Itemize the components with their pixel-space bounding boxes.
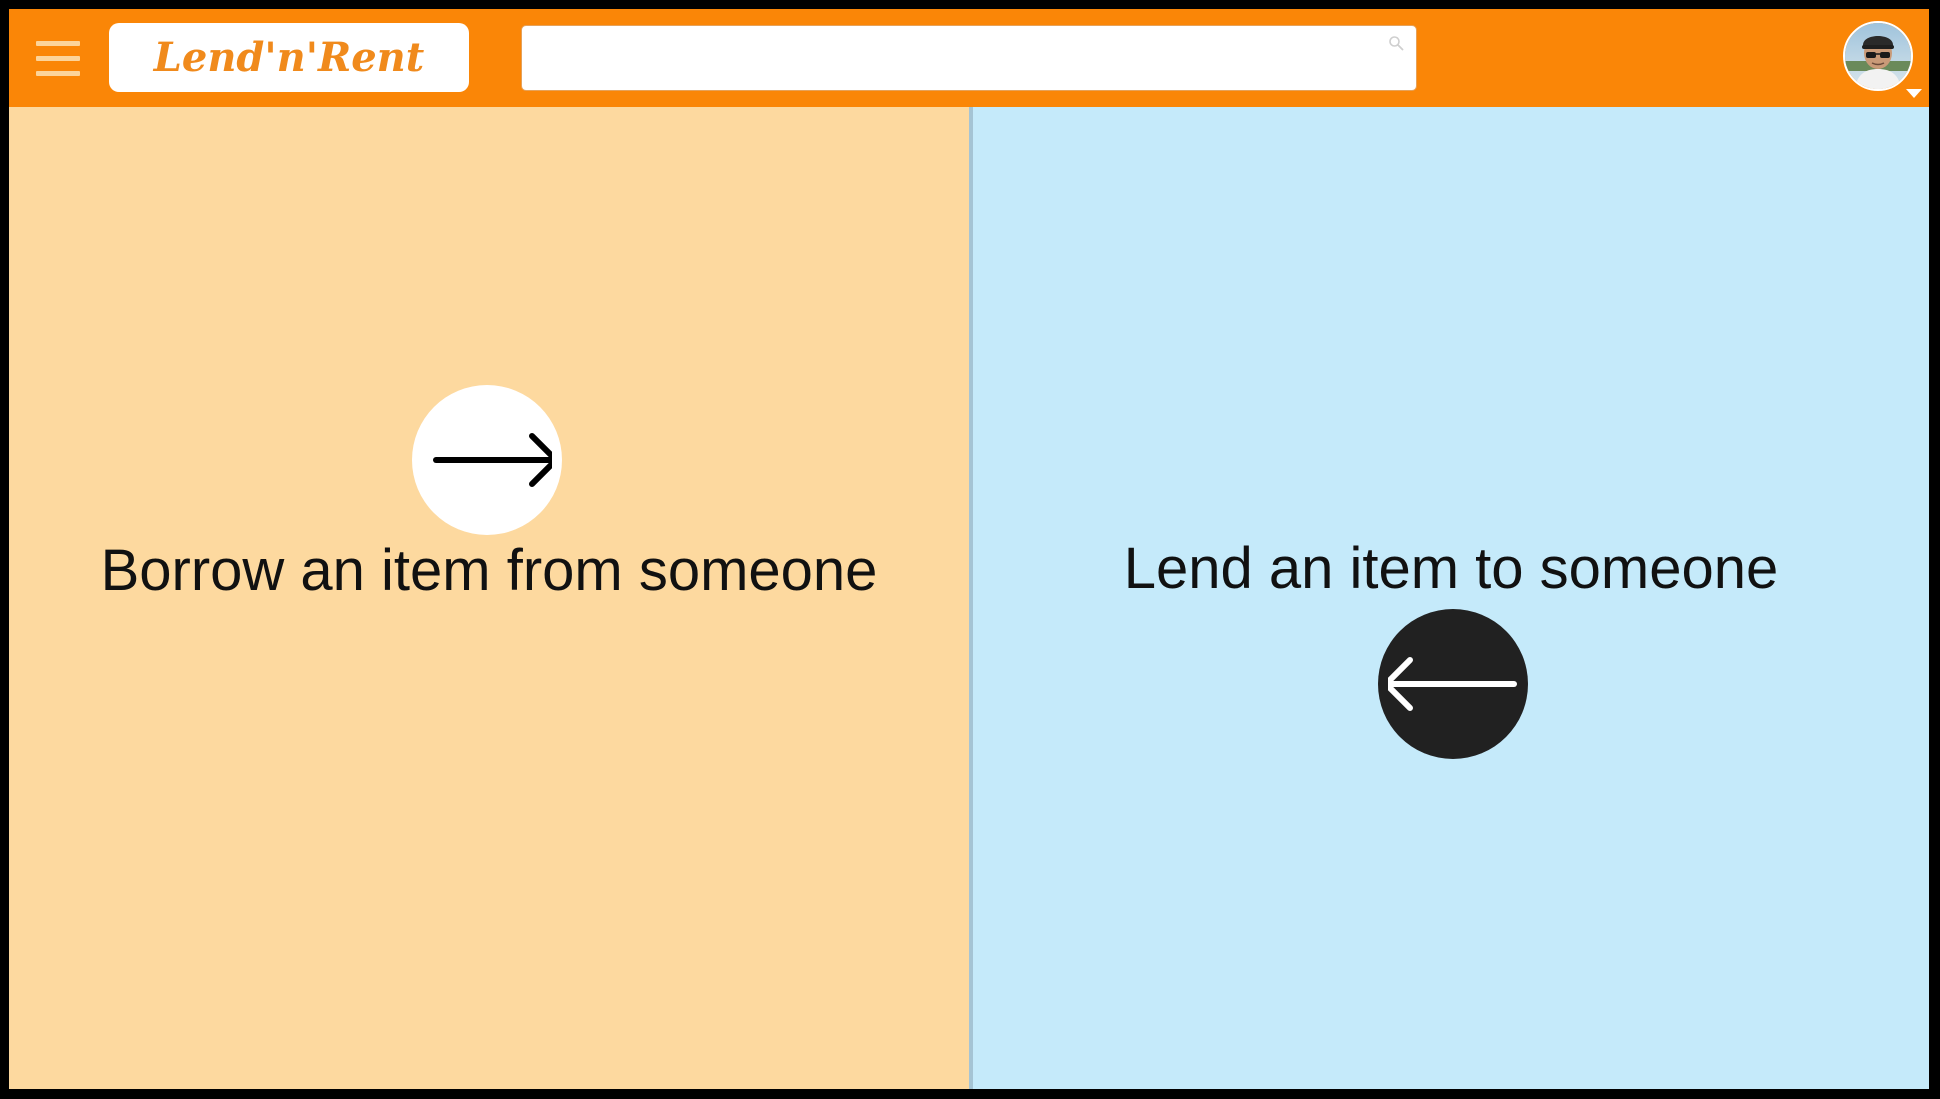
lend-button[interactable] bbox=[1378, 609, 1528, 759]
lend-panel[interactable]: Lend an item to someone bbox=[973, 107, 1929, 1089]
borrow-panel[interactable]: Borrow an item from someone bbox=[9, 107, 969, 1089]
borrow-button[interactable] bbox=[412, 385, 562, 535]
search-input[interactable] bbox=[522, 26, 1416, 90]
avatar-image bbox=[1845, 23, 1911, 89]
menu-line bbox=[36, 71, 80, 76]
search-icon[interactable] bbox=[1388, 35, 1404, 51]
menu-line bbox=[36, 41, 80, 46]
caret-down-icon[interactable] bbox=[1906, 89, 1922, 98]
arrow-right-icon bbox=[433, 433, 552, 487]
menu-line bbox=[36, 56, 80, 61]
user-avatar[interactable] bbox=[1843, 21, 1913, 91]
hamburger-menu-icon[interactable] bbox=[36, 37, 80, 81]
lend-label: Lend an item to someone bbox=[1123, 536, 1779, 601]
logo[interactable]: Lend'n'Rent bbox=[109, 23, 469, 92]
search-bar[interactable] bbox=[521, 25, 1417, 91]
app-frame: Lend'n'Rent Borrow an item from someone … bbox=[9, 9, 1929, 1089]
borrow-label: Borrow an item from someone bbox=[100, 538, 878, 603]
arrow-left-icon bbox=[1388, 657, 1517, 711]
top-bar: Lend'n'Rent bbox=[9, 9, 1929, 107]
